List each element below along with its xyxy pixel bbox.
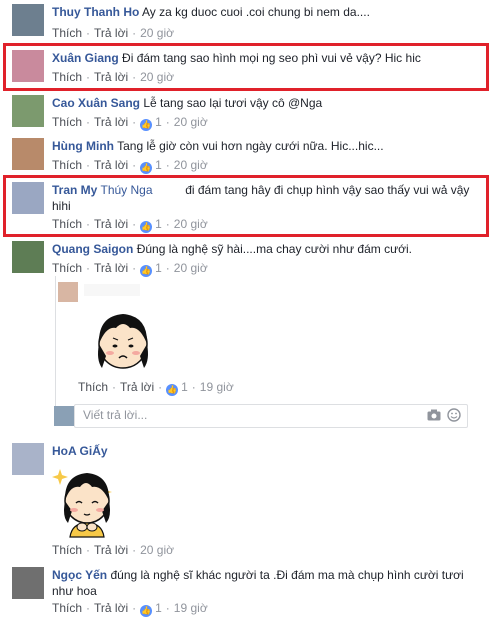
like-count-icon: 👍 (140, 221, 153, 233)
timestamp[interactable]: 19 giờ (174, 601, 208, 615)
crying-girl-sticker (98, 314, 148, 369)
comment-text: Tang lễ giờ còn vui hơn ngày cưới nữa. H… (117, 139, 384, 153)
commenter-name[interactable]: Ngọc Yến (52, 568, 107, 582)
comment: Ngọc Yến đúng là nghệ sĩ khác người ta .… (8, 567, 494, 621)
comment-actions: Thích · Trả lời · 20 giờ (52, 26, 174, 40)
comment-actions: Thích · Trả lời · 20 giờ (52, 70, 174, 84)
like-button[interactable]: Thích (52, 26, 82, 40)
reply-button[interactable]: Trả lời (94, 26, 128, 40)
avatar[interactable] (12, 182, 44, 214)
timestamp[interactable]: 20 giờ (174, 217, 208, 231)
comment: Thuy Thanh Ho Ay za kg duoc cuoi .coi ch… (8, 4, 494, 46)
comment-actions: Thích · Trả lời · 👍 1 · 19 giờ (52, 601, 208, 617)
comment: Hùng Minh Tang lễ giờ còn vui hơn ngày c… (8, 138, 494, 180)
commenter-name[interactable]: Thuy Thanh Ho (52, 5, 139, 19)
reply-button[interactable]: Trả lời (94, 601, 128, 615)
redacted-name (84, 284, 140, 296)
commenter-name[interactable]: Hùng Minh (52, 139, 114, 153)
comment-actions: Thích · Trả lời · 👍 1 · 20 giờ (52, 115, 208, 131)
avatar[interactable] (12, 138, 44, 170)
reply-button[interactable]: Trả lời (94, 217, 128, 231)
comment-text: đi đám tang hây đi chụp hình vậy sao thấ… (185, 183, 470, 197)
commenter-name[interactable]: Tran My (52, 183, 97, 197)
timestamp[interactable]: 20 giờ (174, 115, 208, 129)
avatar[interactable] (12, 443, 44, 475)
like-button[interactable]: Thích (52, 543, 82, 557)
reply-comment: Thích · Trả lời · 👍 1 · 19 giờ (58, 282, 476, 396)
comment: Quang Saigon Đúng là nghệ sỹ hài....ma c… (8, 241, 494, 281)
avatar[interactable] (58, 282, 78, 302)
like-count[interactable]: 1 (155, 217, 162, 231)
comment-actions: Thích · Trả lời · 20 giờ (52, 543, 174, 557)
like-count-icon: 👍 (166, 384, 179, 396)
comment-text: Đi đám tang sao hình mọi ng seo phì vui … (122, 51, 421, 65)
commenter-name[interactable]: Xuân Giang (52, 51, 119, 65)
timestamp[interactable]: 20 giờ (174, 158, 208, 172)
reply-button[interactable]: Trả lời (94, 261, 128, 275)
mention-link[interactable]: Thúy Nga (100, 183, 152, 197)
like-button[interactable]: Thích (52, 601, 82, 615)
thread-line (55, 276, 56, 420)
like-count-icon: 👍 (140, 605, 153, 617)
like-count[interactable]: 1 (181, 380, 188, 394)
reply-button[interactable]: Trả lời (94, 70, 128, 84)
like-button[interactable]: Thích (52, 158, 82, 172)
reply-input-placeholder: Viết trả lời... (83, 408, 148, 422)
current-user-avatar (54, 406, 74, 426)
reply-button[interactable]: Trả lời (94, 158, 128, 172)
comment: HoA GiẤy Thích · Trả lời · 20 giờ (8, 443, 494, 559)
comment-text-line2: như hoa (52, 584, 97, 598)
reply-button[interactable]: Trả lời (94, 543, 128, 557)
timestamp[interactable]: 20 giờ (174, 261, 208, 275)
like-button[interactable]: Thích (78, 380, 108, 394)
comment: Tran My Thúy Nga đi đám tang hây đi chụp… (8, 182, 494, 234)
commenter-name[interactable]: HoA GiẤy (52, 444, 108, 458)
like-count[interactable]: 1 (155, 601, 162, 615)
comment-actions: Thích · Trả lời · 👍 1 · 20 giờ (52, 217, 208, 233)
comment-text: đúng là nghệ sĩ khác người ta .Đi đám ma… (110, 568, 464, 582)
comment-actions: Thích · Trả lời · 👍 1 · 20 giờ (52, 261, 208, 277)
commenter-name[interactable]: Quang Saigon (52, 242, 133, 256)
like-button[interactable]: Thích (52, 115, 82, 129)
comment: Cao Xuân Sang Lễ tang sao lại tươi vậy c… (8, 95, 494, 137)
emoji-icon[interactable] (447, 408, 461, 422)
comment: Xuân Giang Đi đám tang sao hình mọi ng s… (8, 50, 494, 90)
like-button[interactable]: Thích (52, 261, 82, 275)
like-count-icon: 👍 (140, 265, 153, 277)
comment-text: Lễ tang sao lại tươi vậy cô @Nga (143, 96, 323, 110)
commenter-name[interactable]: Cao Xuân Sang (52, 96, 140, 110)
like-button[interactable]: Thích (52, 217, 82, 231)
reply-input[interactable]: Viết trả lời... (74, 404, 468, 428)
shy-girl-sticker (52, 469, 112, 538)
like-count[interactable]: 1 (155, 115, 162, 129)
reply-actions: Thích · Trả lời · 👍 1 · 19 giờ (78, 380, 234, 396)
like-button[interactable]: Thích (52, 70, 82, 84)
comment-text: Ay za kg duoc cuoi .coi chung bi nem da.… (142, 5, 370, 19)
comment-actions: Thích · Trả lời · 👍 1 · 20 giờ (52, 158, 208, 174)
avatar[interactable] (12, 241, 44, 273)
comment-text: Đúng là nghệ sỹ hài....ma chay cười như … (136, 242, 412, 256)
like-count-icon: 👍 (140, 119, 153, 131)
timestamp[interactable]: 19 giờ (200, 380, 234, 394)
like-count-icon: 👍 (140, 162, 153, 174)
like-count[interactable]: 1 (155, 261, 162, 275)
timestamp[interactable]: 20 giờ (140, 26, 174, 40)
reply-button[interactable]: Trả lời (120, 380, 154, 394)
reply-button[interactable]: Trả lời (94, 115, 128, 129)
avatar[interactable] (12, 95, 44, 127)
avatar[interactable] (12, 50, 44, 82)
timestamp[interactable]: 20 giờ (140, 70, 174, 84)
comment-text-line2: hihi (52, 199, 71, 213)
like-count[interactable]: 1 (155, 158, 162, 172)
camera-icon[interactable] (427, 409, 441, 421)
timestamp[interactable]: 20 giờ (140, 543, 174, 557)
avatar[interactable] (12, 567, 44, 599)
avatar[interactable] (12, 4, 44, 36)
